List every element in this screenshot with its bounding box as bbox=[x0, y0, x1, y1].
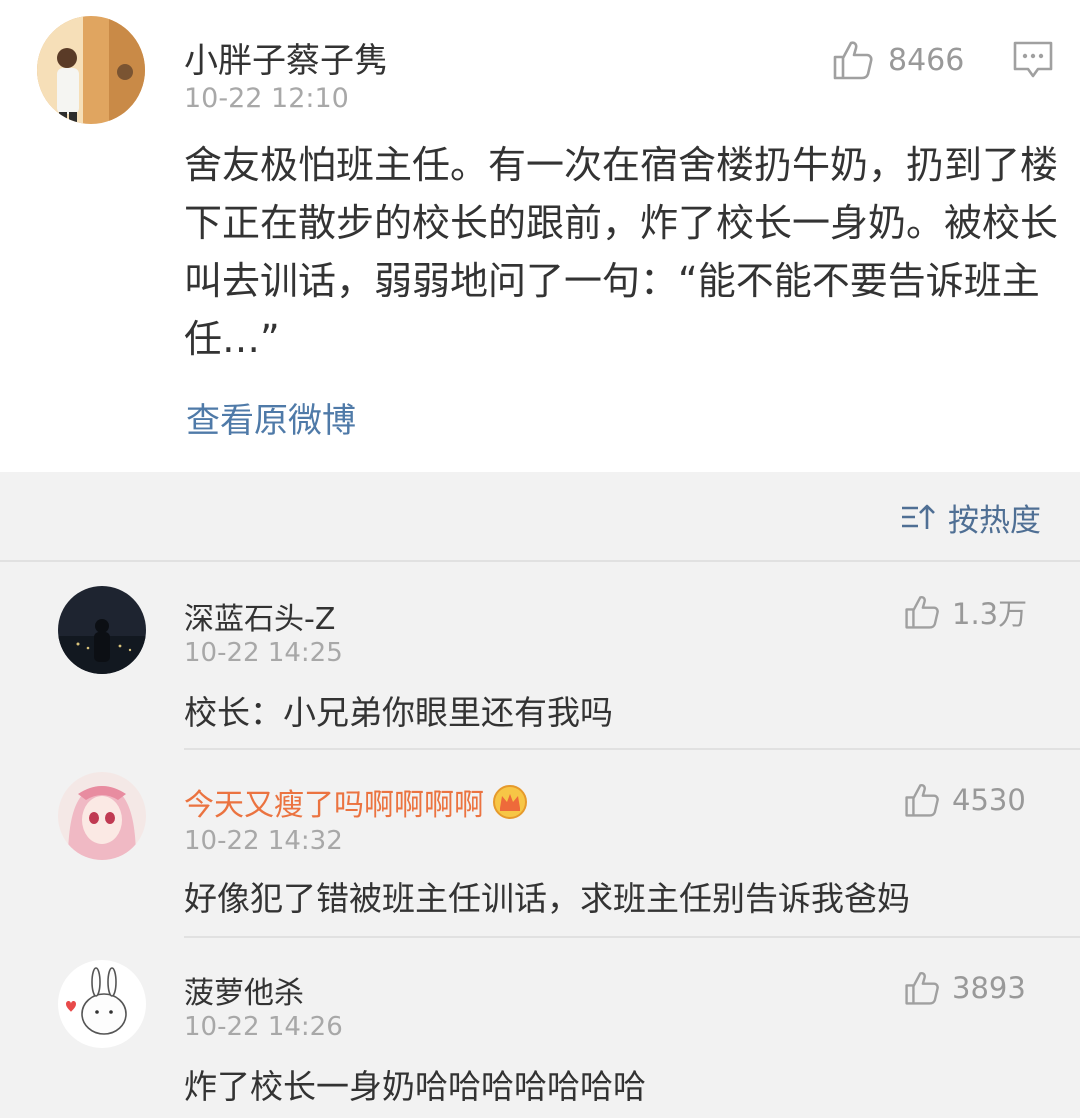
comment-item: 菠萝他杀 10-22 14:26 3893 炸了校长一身奶哈哈哈哈哈哈哈 bbox=[0, 938, 1080, 1118]
comment-timestamp: 10-22 14:32 bbox=[184, 826, 343, 856]
comment-like-button[interactable]: 4530 bbox=[904, 780, 1026, 820]
commenter-name[interactable]: 菠萝他杀 bbox=[184, 968, 304, 1012]
comment-like-count: 4530 bbox=[952, 783, 1026, 817]
comment-text: 好像犯了错被班主任训话，求班主任别告诉我爸妈 bbox=[184, 879, 910, 918]
comment-like-button[interactable]: 1.3万 bbox=[904, 592, 1027, 632]
crown-badge-icon bbox=[493, 785, 527, 819]
comment-text: 炸了校长一身奶哈哈哈哈哈哈哈 bbox=[184, 1067, 646, 1106]
post-like-button[interactable]: 8466 bbox=[832, 38, 964, 82]
thumbs-up-icon bbox=[905, 784, 939, 817]
comment-icon[interactable] bbox=[1012, 40, 1054, 80]
view-original-link[interactable]: 查看原微博 bbox=[186, 393, 356, 442]
commenter-name-text: 今天又瘦了吗啊啊啊啊 bbox=[184, 788, 484, 823]
comment-like-count: 3893 bbox=[952, 971, 1026, 1005]
post-body-text: 舍友极怕班主任。有一次在宿舍楼扔牛奶，扔到了楼下正在散步的校长的跟前，炸了校长一… bbox=[184, 143, 1059, 361]
comment-text: 校长：小兄弟你眼里还有我吗 bbox=[184, 693, 613, 732]
post-like-count: 8466 bbox=[888, 42, 965, 78]
post-author-name[interactable]: 小胖子蔡子隽 bbox=[184, 33, 388, 82]
commenter-avatar[interactable] bbox=[58, 960, 146, 1048]
comment-timestamp: 10-22 14:26 bbox=[184, 1012, 343, 1042]
weibo-post: 小胖子蔡子隽 10-22 12:10 8466 舍友极怕班主任。有一次在宿舍楼扔… bbox=[0, 0, 1080, 472]
post-timestamp: 10-22 12:10 bbox=[184, 83, 349, 114]
thumbs-up-icon bbox=[905, 596, 939, 629]
post-author-avatar[interactable] bbox=[37, 16, 145, 124]
thumbs-up-icon bbox=[905, 972, 939, 1005]
comment-like-button[interactable]: 3893 bbox=[904, 968, 1026, 1008]
sort-label: 按热度 bbox=[948, 502, 1041, 539]
commenter-name[interactable]: 深蓝石头-Z bbox=[184, 594, 335, 638]
commenter-avatar[interactable] bbox=[58, 586, 146, 674]
comment-like-count: 1.3万 bbox=[952, 597, 1028, 631]
sort-icon bbox=[902, 504, 935, 529]
thumbs-up-icon bbox=[833, 41, 873, 80]
comment-timestamp: 10-22 14:25 bbox=[184, 638, 343, 668]
comment-item: 深蓝石头-Z 10-22 14:25 1.3万 校长：小兄弟你眼里还有我吗 bbox=[0, 562, 1080, 748]
sort-by-hot-button[interactable]: 按热度 bbox=[900, 497, 1041, 539]
commenter-avatar[interactable] bbox=[58, 772, 146, 860]
commenter-name[interactable]: 今天又瘦了吗啊啊啊啊 bbox=[184, 780, 528, 824]
comment-item: 今天又瘦了吗啊啊啊啊 10-22 14:32 4530 好像犯了错被班主任训话，… bbox=[0, 750, 1080, 936]
